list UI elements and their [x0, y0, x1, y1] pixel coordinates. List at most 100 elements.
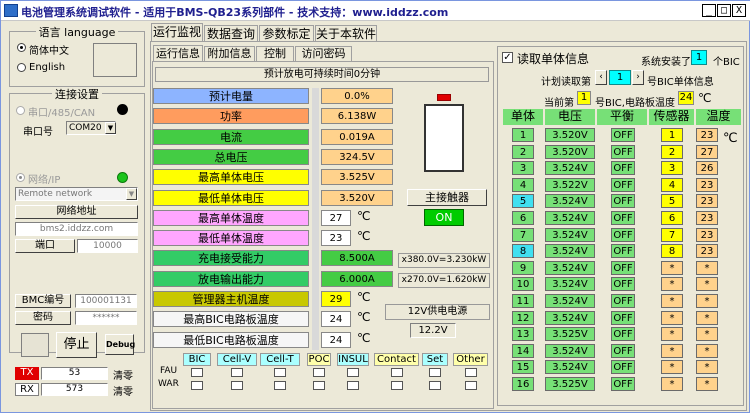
chevron-right-icon[interactable]: ›: [632, 70, 644, 85]
cell-temp: 23: [696, 128, 718, 142]
status-flag: INSUL: [337, 353, 369, 366]
cell-number: 8: [512, 244, 534, 259]
cell-temp: *: [696, 294, 718, 308]
warning-checkbox: [347, 381, 359, 390]
param-value: 8.500A: [321, 250, 393, 267]
cell-temp: 23: [696, 227, 718, 242]
col-header-voltage: 电压: [545, 109, 595, 125]
chevron-left-icon[interactable]: ‹: [595, 70, 607, 85]
cell-balance: OFF: [611, 161, 635, 176]
chevron-down-icon[interactable]: ▼: [126, 188, 137, 200]
cell-voltage: 3.525V: [545, 327, 595, 342]
cell-voltage: 3.524V: [545, 343, 595, 358]
maximize-button[interactable]: □: [717, 4, 731, 17]
status-flag: Contact: [374, 353, 419, 366]
cell-balance: OFF: [611, 128, 635, 142]
close-button[interactable]: X: [732, 4, 746, 17]
tab-param-calib[interactable]: 参数标定: [259, 25, 314, 42]
battery-cap-icon: [437, 94, 451, 101]
cell-sensor: 2: [661, 144, 683, 159]
title-bar: 电池管理系统调试软件 - 适用于BMS-QB23系列部件 - 技术支持：www.…: [1, 1, 750, 21]
read-cells-label: 读取单体信息: [517, 52, 590, 66]
serial-radio[interactable]: [16, 106, 25, 115]
lang-en-radio[interactable]: [17, 63, 26, 72]
cell-sensor: 6: [661, 211, 683, 225]
tab-run-monitor[interactable]: 运行监视: [151, 23, 203, 41]
port-button[interactable]: 端口: [15, 239, 75, 253]
chevron-down-icon[interactable]: ▼: [105, 122, 116, 134]
network-select[interactable]: Remote network: [15, 187, 138, 201]
param-label: 放电输出能力: [153, 270, 309, 287]
param-value: 27: [321, 209, 351, 226]
subtab-run-info[interactable]: 运行信息: [153, 45, 203, 61]
subtab-extra-info[interactable]: 附加信息: [204, 46, 255, 61]
param-value: 3.525V: [321, 169, 393, 186]
col-header-balance: 平衡: [597, 109, 647, 125]
read-cells-checkbox[interactable]: ✓: [502, 52, 513, 63]
cell-balance: OFF: [611, 294, 635, 308]
port-field[interactable]: 10000: [77, 239, 138, 253]
network-address-field[interactable]: bms2.iddzz.com: [15, 222, 138, 236]
cell-voltage: 3.520V: [545, 128, 595, 142]
current-prefix: 当前第: [544, 98, 574, 109]
debug-button[interactable]: Debug: [105, 334, 135, 355]
cell-number: 10: [512, 277, 534, 292]
tx-clear-button[interactable]: 清零: [113, 367, 133, 382]
param-label: 最高单体温度: [153, 209, 309, 226]
cell-sensor: 1: [661, 128, 683, 142]
param-label: 最高BIC电路板温度: [153, 311, 309, 328]
subtab-access-password[interactable]: 访问密码: [295, 46, 352, 61]
network-radio[interactable]: [16, 173, 25, 182]
minimize-button[interactable]: _: [702, 4, 716, 17]
language-title: 语言 language: [35, 26, 119, 39]
cell-sensor: 3: [661, 161, 683, 176]
param-value: 6.138W: [321, 108, 393, 125]
stop-button[interactable]: 停止: [56, 332, 97, 358]
lang-zh-label: 简体中文: [29, 46, 69, 57]
cell-number: 14: [512, 343, 534, 358]
param-value: 0.019A: [321, 128, 393, 145]
warning-checkbox: [274, 381, 286, 390]
unit-label: ℃: [357, 330, 371, 345]
cell-balance: OFF: [611, 227, 635, 242]
cell-sensor: *: [661, 310, 683, 325]
tab-about[interactable]: 关于本软件: [315, 25, 377, 42]
param-value: 0.0%: [321, 88, 393, 104]
cell-voltage: 3.524V: [545, 194, 595, 209]
network-address-button[interactable]: 网络地址: [15, 205, 138, 219]
rx-indicator: RX: [15, 383, 39, 396]
cell-temp: 23: [696, 244, 718, 259]
installed-prefix: 系统安装了: [641, 57, 691, 68]
cell-voltage: 3.524V: [545, 294, 595, 308]
lang-zh-radio[interactable]: [17, 43, 26, 52]
network-status-led: [117, 172, 128, 183]
status-flag: Cell-V: [217, 353, 257, 366]
cell-temp: 23: [696, 211, 718, 225]
subtab-control[interactable]: 控制: [256, 46, 294, 61]
param-value: 23: [321, 230, 351, 247]
cell-balance: OFF: [611, 194, 635, 209]
fault-checkbox: [390, 368, 403, 377]
rx-count: 573: [41, 383, 108, 396]
cell-number: 2: [512, 144, 534, 159]
power-supply-label: 12V供电电源: [385, 304, 490, 320]
network-label: 网络/IP: [28, 175, 61, 186]
main-relay-state: ON: [424, 209, 464, 226]
cell-balance: OFF: [611, 327, 635, 342]
warning-checkbox: [464, 381, 477, 390]
col-header-temp: 温度: [696, 109, 741, 125]
tab-data-query[interactable]: 数据查询: [204, 25, 258, 42]
password-field[interactable]: ******: [75, 311, 137, 325]
warning-checkbox: [313, 381, 325, 390]
plan-bic-value[interactable]: 1: [609, 70, 631, 85]
rx-clear-button[interactable]: 清零: [113, 383, 133, 398]
bmc-number-field[interactable]: 100001131: [75, 294, 137, 308]
cell-number: 15: [512, 360, 534, 375]
param-label: 充电接受能力: [153, 250, 309, 267]
cell-temp: 27: [696, 144, 718, 159]
cell-number: 5: [512, 194, 534, 209]
cell-number: 1: [512, 128, 534, 142]
main-relay-label: 主接触器: [407, 189, 487, 206]
cell-sensor: *: [661, 277, 683, 292]
plan-suffix: 号BIC单体信息: [647, 77, 714, 88]
